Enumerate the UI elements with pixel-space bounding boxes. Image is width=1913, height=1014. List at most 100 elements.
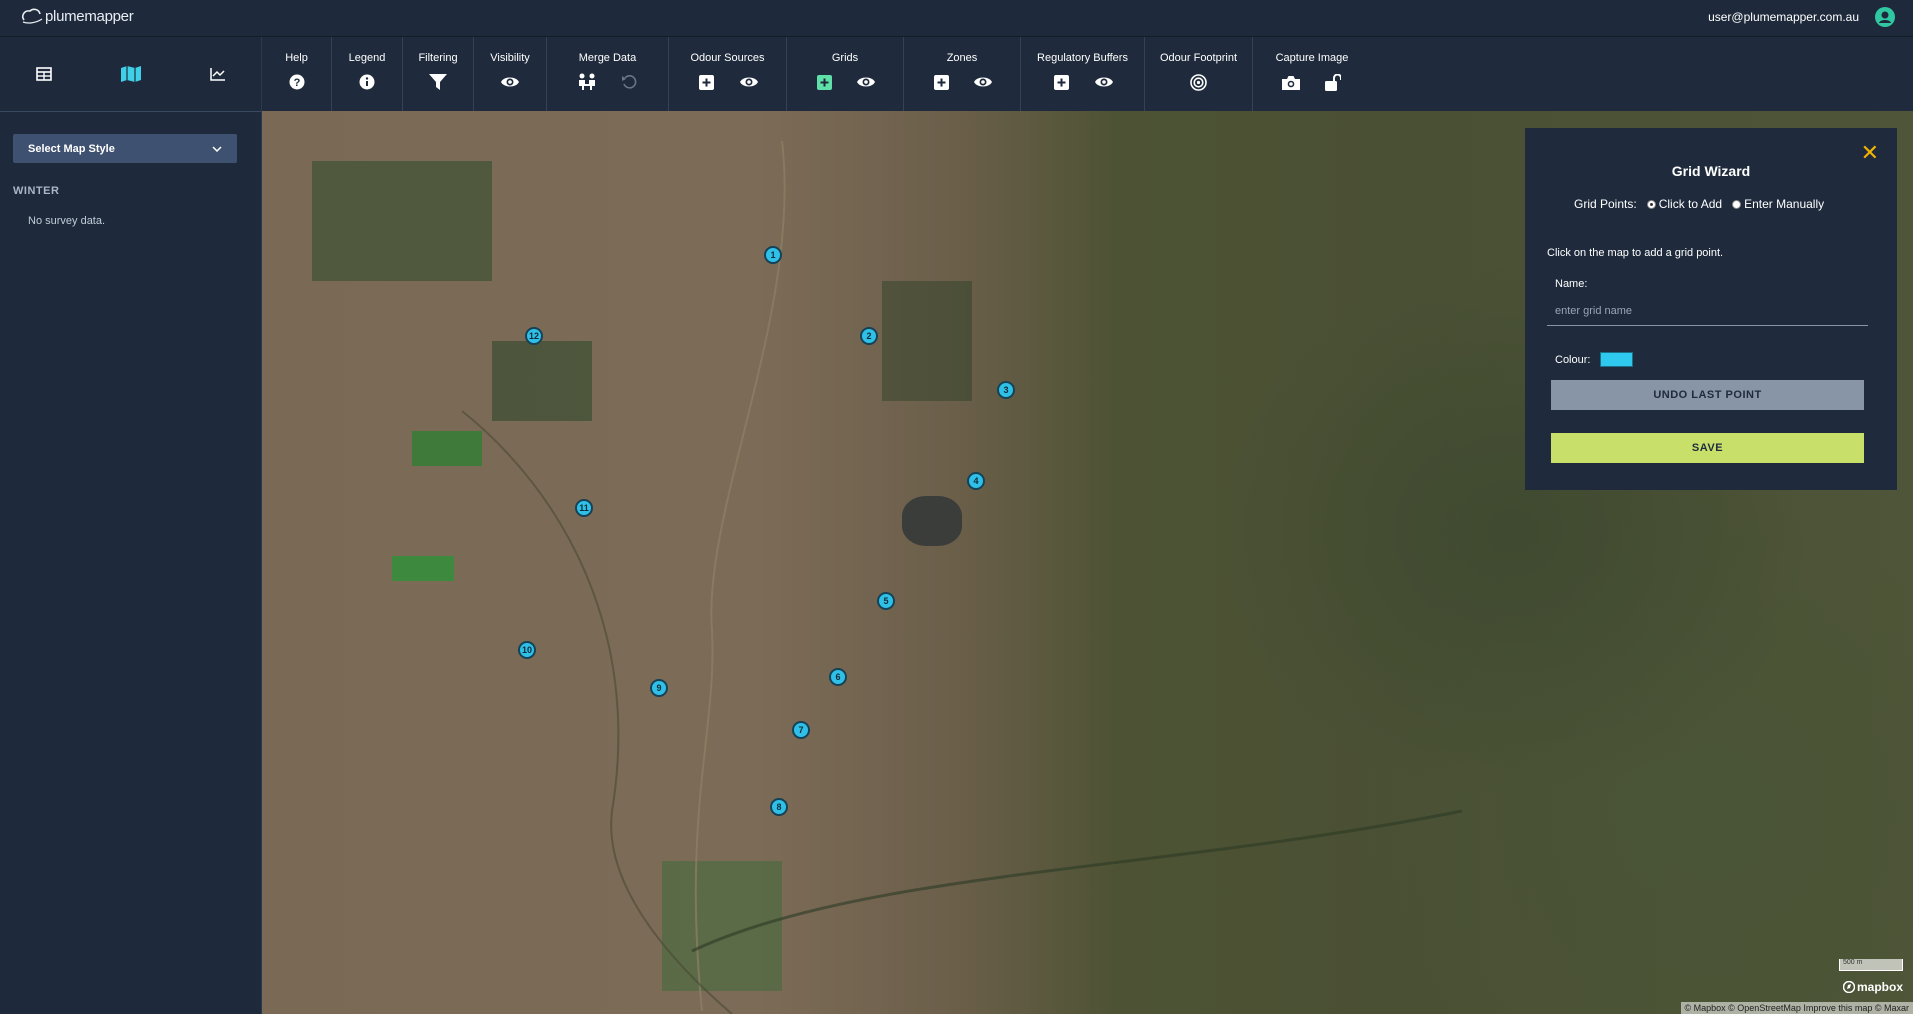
radio-click-to-add-label: Click to Add (1658, 197, 1723, 211)
tab-table[interactable] (0, 37, 87, 111)
help-icon: ? (289, 74, 304, 90)
toolbar-label: Visibility (490, 52, 530, 64)
site-marker[interactable]: 4 (967, 472, 985, 490)
season-heading: WINTER (13, 185, 60, 197)
plume-logo-icon (22, 8, 43, 24)
target-icon (1190, 73, 1207, 91)
logo-text: plumemapper (45, 7, 134, 25)
toolbar-label: Odour Footprint (1159, 52, 1238, 64)
lock-toggle-button[interactable] (1323, 72, 1343, 92)
site-marker[interactable]: 12 (525, 327, 543, 345)
eye-icon (1094, 77, 1113, 87)
toolbar-group-visibility: Visibility (474, 37, 547, 111)
unlock-icon (1325, 73, 1341, 91)
add-icon (816, 74, 832, 90)
user-avatar-icon[interactable] (1875, 7, 1895, 27)
empty-state-text: No survey data. (28, 215, 106, 227)
radio-selected-icon (1646, 199, 1656, 209)
name-label: Name: (1555, 278, 1588, 290)
site-marker[interactable]: 9 (650, 679, 668, 697)
toolbar-label: Filtering (418, 52, 458, 64)
grids-visibility-button[interactable] (856, 72, 876, 92)
odour-footprint-button[interactable] (1189, 72, 1209, 92)
merge-people-icon (578, 73, 595, 90)
add-icon (699, 74, 714, 90)
site-marker[interactable]: 10 (518, 641, 536, 659)
toolbar-group-capture-image: Capture Image (1253, 37, 1371, 111)
grid-name-input[interactable] (1547, 296, 1868, 326)
toolbar-label: Help (285, 52, 308, 64)
toolbar-group-merge-data: Merge Data (547, 37, 669, 111)
merge-data-button[interactable] (577, 72, 597, 92)
info-icon (359, 74, 375, 90)
undo-last-point-button[interactable]: UNDO LAST POINT (1551, 380, 1864, 410)
save-button[interactable]: SAVE (1551, 433, 1864, 463)
site-marker[interactable]: 2 (860, 327, 878, 345)
toolbar-label: Grids (831, 52, 859, 64)
eye-icon (857, 77, 875, 87)
svg-text:?: ? (293, 77, 300, 89)
radio-unselected-icon (1732, 199, 1742, 209)
top-bar: plumemapper user@plumemapper.com.au (0, 0, 1913, 37)
wizard-instruction: Click on the map to add a grid point. (1547, 247, 1724, 259)
grid-wizard-panel: ✕ Grid Wizard Grid Points: Click to Add … (1525, 128, 1897, 490)
visibility-button[interactable] (500, 72, 520, 92)
mapbox-text: mapbox (1856, 980, 1903, 994)
zones-visibility-button[interactable] (973, 72, 993, 92)
add-buffer-button[interactable] (1052, 72, 1072, 92)
mapbox-icon (1842, 981, 1855, 993)
toolbar-group-odour-footprint: Odour Footprint (1145, 37, 1253, 111)
eye-icon (739, 77, 758, 87)
map-attribution[interactable]: © Mapbox © OpenStreetMap Improve this ma… (1680, 1002, 1913, 1014)
site-marker[interactable]: 11 (575, 499, 593, 517)
camera-icon (1282, 75, 1300, 90)
radio-enter-manually[interactable]: Enter Manually (1732, 197, 1824, 211)
help-button[interactable]: ? (287, 72, 307, 92)
toolbar-label: Merge Data (578, 52, 637, 64)
mapbox-logo[interactable]: mapbox (1842, 980, 1903, 994)
grid-points-options: Grid Points: Click to Add Enter Manually (1574, 197, 1824, 211)
add-zone-button[interactable] (931, 72, 951, 92)
add-odour-source-button[interactable] (697, 72, 717, 92)
colour-swatch[interactable] (1600, 352, 1634, 367)
add-icon (933, 74, 949, 90)
app-logo[interactable]: plumemapper (20, 7, 134, 25)
map-style-label: Select Map Style (28, 142, 115, 155)
toolbar-label: Legend (348, 52, 386, 64)
colour-label: Colour: (1555, 353, 1591, 366)
site-marker[interactable]: 7 (792, 721, 810, 739)
site-marker[interactable]: 3 (997, 381, 1015, 399)
close-icon[interactable]: ✕ (1861, 142, 1879, 164)
map-icon (120, 66, 141, 82)
chart-icon (209, 68, 225, 81)
odour-sources-visibility-button[interactable] (739, 72, 759, 92)
grid-points-label: Grid Points: (1574, 197, 1637, 211)
site-marker[interactable]: 5 (877, 592, 895, 610)
toolbar-group-regulatory-buffers: Regulatory Buffers (1021, 37, 1145, 111)
filter-button[interactable] (428, 72, 448, 92)
tab-map[interactable] (87, 37, 174, 111)
site-marker[interactable]: 1 (764, 246, 782, 264)
undo-merge-button[interactable] (619, 72, 639, 92)
capture-image-button[interactable] (1281, 72, 1301, 92)
radio-click-to-add[interactable]: Click to Add (1646, 197, 1723, 211)
toolbar-group-grids: Grids (787, 37, 904, 111)
toolbar-group-help: Help ? (262, 37, 332, 111)
eye-icon (501, 77, 519, 87)
wizard-title: Grid Wizard (1671, 163, 1751, 179)
tab-chart[interactable] (174, 37, 261, 111)
toolbar-group-legend: Legend (332, 37, 403, 111)
user-email[interactable]: user@plumemapper.com.au (1708, 10, 1859, 24)
site-marker[interactable]: 8 (770, 798, 788, 816)
map-style-select[interactable]: Select Map Style (13, 134, 237, 163)
radio-enter-manually-label: Enter Manually (1744, 197, 1825, 211)
toolbar-label: Zones (946, 52, 978, 64)
legend-button[interactable] (357, 72, 377, 92)
buffers-visibility-button[interactable] (1094, 72, 1114, 92)
toolbar-label: Capture Image (1275, 52, 1349, 64)
toolbar: Help ? Legend Filtering Visibility Merge… (262, 37, 1371, 111)
site-marker[interactable]: 6 (829, 668, 847, 686)
add-grid-button[interactable] (814, 72, 834, 92)
toolbar-group-odour-sources: Odour Sources (669, 37, 787, 111)
toolbar-label: Regulatory Buffers (1037, 52, 1128, 64)
